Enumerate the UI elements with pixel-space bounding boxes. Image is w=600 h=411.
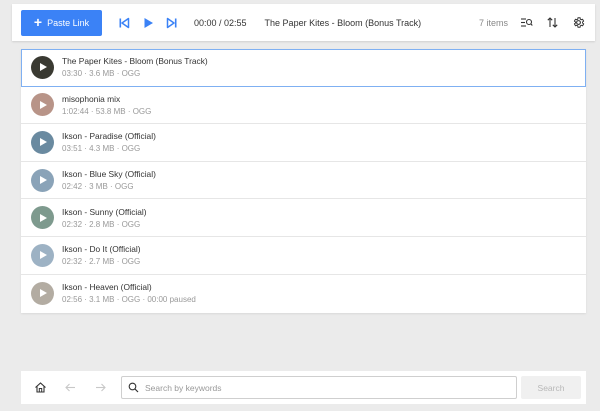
back-button[interactable]: [59, 377, 81, 399]
paste-link-button[interactable]: + Paste Link: [21, 9, 102, 36]
track-play-button[interactable]: [31, 206, 54, 230]
track-info: Ikson - Paradise (Official) 03:51 · 4.3 M…: [62, 131, 156, 153]
track-title: misophonia mix: [62, 93, 121, 104]
sort-button[interactable]: [542, 13, 562, 33]
player-toolbar: + Paste Link 00:00 / 02:55 The Paper Kit…: [12, 4, 595, 41]
track-play-button[interactable]: [31, 130, 54, 154]
track-list: The Paper Kites - Bloom (Bonus Track) 03:…: [21, 49, 586, 313]
skip-previous-icon: [119, 17, 130, 28]
paste-link-label: Paste Link: [47, 17, 90, 28]
track-play-button[interactable]: [31, 93, 54, 117]
track-info: Ikson - Sunny (Official) 02:32 · 2.8 MB ·…: [62, 207, 147, 229]
play-icon: [40, 138, 47, 147]
search-input[interactable]: [145, 382, 505, 393]
track-title: Ikson - Sunny (Official): [62, 206, 147, 217]
track-row[interactable]: Ikson - Blue Sky (Official) 02:42 · 3 MB …: [21, 162, 586, 200]
track-title: Ikson - Heaven (Official): [62, 282, 152, 293]
home-button[interactable]: [29, 377, 51, 399]
track-row[interactable]: Ikson - Paradise (Official) 03:51 · 4.3 M…: [21, 124, 586, 162]
sort-icon: [546, 17, 558, 28]
track-meta: 02:32 · 2.7 MB · OGG: [62, 257, 141, 267]
next-button[interactable]: [164, 15, 180, 31]
track-meta: 1:02:44 · 53.8 MB · OGG: [62, 106, 152, 116]
track-meta: 02:32 · 2.8 MB · OGG: [62, 219, 141, 229]
gear-icon: [573, 17, 584, 28]
back-arrow-icon: [64, 383, 75, 392]
track-info: Ikson - Heaven (Official) 02:56 · 3.1 MB …: [62, 282, 196, 304]
settings-button[interactable]: [568, 13, 588, 33]
items-count: 7 items: [478, 17, 508, 28]
play-icon: [40, 176, 47, 185]
track-play-button[interactable]: [31, 168, 54, 192]
search-button[interactable]: Search: [521, 376, 581, 399]
search-list-icon: [520, 18, 533, 27]
playback-time: 00:00 / 02:55: [194, 17, 247, 28]
track-play-button[interactable]: [31, 243, 54, 267]
play-button[interactable]: [140, 15, 156, 31]
search-list-button[interactable]: [516, 13, 536, 33]
track-meta: 02:56 · 3.1 MB · OGG · 00:00 paused: [62, 295, 196, 305]
forward-arrow-icon: [95, 383, 106, 392]
track-meta: 02:42 · 3 MB · OGG: [62, 182, 134, 192]
track-info: misophonia mix 1:02:44 · 53.8 MB · OGG: [62, 94, 151, 116]
track-info: Ikson - Do It (Official) 02:32 · 2.7 MB ·…: [62, 244, 141, 266]
track-title: Ikson - Do It (Official): [62, 244, 141, 255]
track-meta: 03:30 · 3.6 MB · OGG: [62, 69, 141, 79]
track-title: Ikson - Blue Sky (Official): [62, 169, 156, 180]
track-info: The Paper Kites - Bloom (Bonus Track) 03:…: [62, 56, 208, 78]
track-row[interactable]: The Paper Kites - Bloom (Bonus Track) 03:…: [21, 49, 586, 87]
play-icon: [40, 289, 47, 298]
home-icon: [34, 382, 46, 393]
search-icon: [128, 382, 139, 393]
forward-button[interactable]: [89, 377, 111, 399]
track-info: Ikson - Blue Sky (Official) 02:42 · 3 MB …: [62, 169, 156, 191]
plus-icon: +: [33, 14, 43, 30]
bottom-search-bar: Search: [21, 371, 586, 404]
play-icon: [144, 17, 153, 28]
play-icon: [40, 100, 47, 109]
skip-next-icon: [166, 17, 177, 28]
track-title: The Paper Kites - Bloom (Bonus Track): [62, 56, 208, 67]
play-icon: [40, 213, 47, 222]
play-icon: [40, 63, 47, 72]
search-field[interactable]: [121, 376, 517, 399]
track-row[interactable]: Ikson - Heaven (Official) 02:56 · 3.1 MB …: [21, 275, 586, 313]
track-row[interactable]: Ikson - Sunny (Official) 02:32 · 2.8 MB ·…: [21, 199, 586, 237]
previous-button[interactable]: [116, 15, 132, 31]
track-row[interactable]: misophonia mix 1:02:44 · 53.8 MB · OGG: [21, 87, 586, 125]
app-window: + Paste Link 00:00 / 02:55 The Paper Kit…: [0, 0, 600, 411]
track-row[interactable]: Ikson - Do It (Official) 02:32 · 2.7 MB ·…: [21, 237, 586, 275]
track-meta: 03:51 · 4.3 MB · OGG: [62, 144, 141, 154]
track-play-button[interactable]: [31, 55, 54, 79]
now-playing-title: The Paper Kites - Bloom (Bonus Track): [264, 17, 422, 28]
track-title: Ikson - Paradise (Official): [62, 131, 156, 142]
play-icon: [40, 251, 47, 260]
track-play-button[interactable]: [31, 281, 54, 305]
